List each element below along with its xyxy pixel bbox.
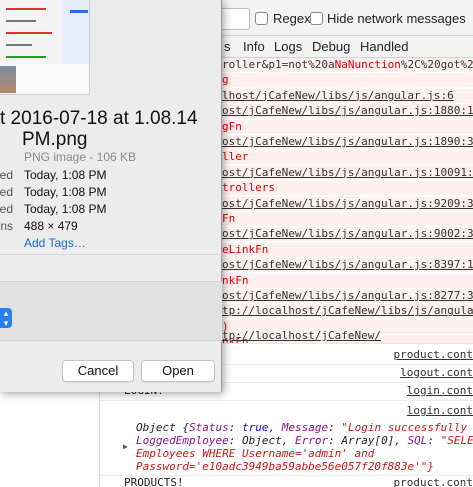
stack-source-link[interactable]: ost/jCafeNew/libs/js/angular.js:1890:3: [222, 135, 473, 149]
open-button[interactable]: Open: [141, 360, 215, 382]
info-value: Today, 1:08 PM: [24, 168, 107, 182]
stack-source-link[interactable]: ost/jCafeNew/libs/js/angular.js:8277:30: [222, 289, 473, 303]
stack-source-link[interactable]: ost/jCafeNew/libs/js/angular.js:10091:9: [222, 166, 473, 180]
source-link[interactable]: tp://localhost/jCafeNew/: [222, 329, 381, 343]
stack-source-link[interactable]: ost/jCafeNew/libs/js/angular.js:1880:1: [222, 104, 473, 118]
list-item: PRODUCTS! product.cont: [100, 475, 473, 487]
regex-checkbox[interactable]: [255, 12, 268, 25]
object-label: Object {: [136, 421, 189, 434]
file-name: t 2016-07-18 at 1.08.14: [0, 108, 198, 129]
cancel-button[interactable]: Cancel: [62, 360, 134, 382]
stack-function-name: trollers: [222, 181, 275, 195]
object-key: LoggedEmployee: [136, 434, 229, 447]
object-key: Error: [294, 434, 329, 447]
file-name-line2: PM.png: [22, 129, 88, 150]
level-tab-logs[interactable]: Logs: [274, 39, 302, 54]
info-key: ted: [0, 168, 13, 182]
stack-function-name: gFn: [222, 119, 242, 133]
stack-function-name: eLinkFn: [222, 242, 269, 256]
info-value: Today, 1:08 PM: [24, 202, 107, 216]
source-link[interactable]: login.cont: [407, 384, 473, 398]
source-link[interactable]: logout.cont: [400, 366, 473, 380]
info-key: ons: [0, 219, 13, 233]
popup-stepper-icon[interactable]: ▴ ▾: [0, 308, 12, 328]
divider: [0, 254, 222, 255]
level-tab-debug[interactable]: Debug: [312, 39, 350, 54]
info-value: 488 × 479: [24, 219, 78, 233]
stack-function-name: Fn: [222, 212, 236, 225]
options-area: [0, 281, 222, 341]
filter-input[interactable]: [222, 8, 250, 30]
object-value: "Login successfully: [341, 421, 468, 434]
object-value: true: [241, 421, 269, 434]
add-tags-link[interactable]: Add Tags…: [24, 236, 86, 250]
object-value: Array[0],: [341, 434, 401, 447]
error-message: roller&p1=not%20aNaNunction%2C%20got%20: [222, 58, 473, 71]
regex-label: Regex: [273, 11, 311, 26]
source-link[interactable]: product.cont: [394, 348, 473, 362]
object-log-entry: ▶ Object {Status: true, Message: "Login …: [123, 421, 473, 473]
level-tab-info[interactable]: Info: [243, 39, 265, 54]
source-link[interactable]: login.cont: [407, 404, 473, 418]
list-item: login.cont: [100, 401, 473, 421]
log-message: PRODUCTS!: [124, 476, 184, 487]
level-tab-handled[interactable]: Handled: [360, 39, 408, 54]
object-value: Object,: [241, 434, 289, 447]
stack-source-link[interactable]: lhost/jCafeNew/libs/js/angular.js:6: [222, 89, 454, 103]
stack-source-link[interactable]: ost/jCafeNew/libs/js/angular.js:9209:34: [222, 197, 473, 211]
file-info-panel: t 2016-07-18 at 1.08.14 PM.png PNG image…: [0, 0, 222, 392]
object-value: "SELE: [440, 434, 473, 447]
level-tab-errors[interactable]: s: [224, 39, 231, 54]
hide-network-checkbox[interactable]: [310, 12, 323, 25]
object-key: SQL: [407, 434, 428, 447]
stack-function-name: ller: [222, 150, 249, 164]
source-link[interactable]: product.cont: [394, 476, 473, 487]
stack-function-name: nkFn: [222, 273, 249, 287]
file-kind-size: PNG image - 106 KB: [24, 150, 137, 164]
info-key: ied: [0, 185, 13, 199]
expand-triangle-icon[interactable]: ▶: [123, 440, 128, 453]
stack-source-link[interactable]: tp://localhost/jCafeNew/libs/js/angula: [222, 304, 473, 318]
object-key: Status: [188, 421, 229, 434]
object-key: Message: [281, 421, 329, 434]
info-value: Today, 1:08 PM: [24, 185, 107, 199]
info-key: ned: [0, 202, 13, 216]
stack-source-link[interactable]: ost/jCafeNew/libs/js/angular.js:9002:32: [222, 227, 473, 241]
hide-network-label: Hide network messages: [327, 11, 466, 26]
object-value: Password='e10adc3949ba59abbe56e057f20f88…: [136, 460, 435, 473]
stack-source-link[interactable]: ost/jCafeNew/libs/js/angular.js:8397:13: [222, 258, 473, 272]
object-value: Employees WHERE Username='admin' and: [136, 447, 375, 460]
stack-function-name: g: [222, 73, 229, 87]
file-preview-thumbnail: [0, 0, 90, 95]
